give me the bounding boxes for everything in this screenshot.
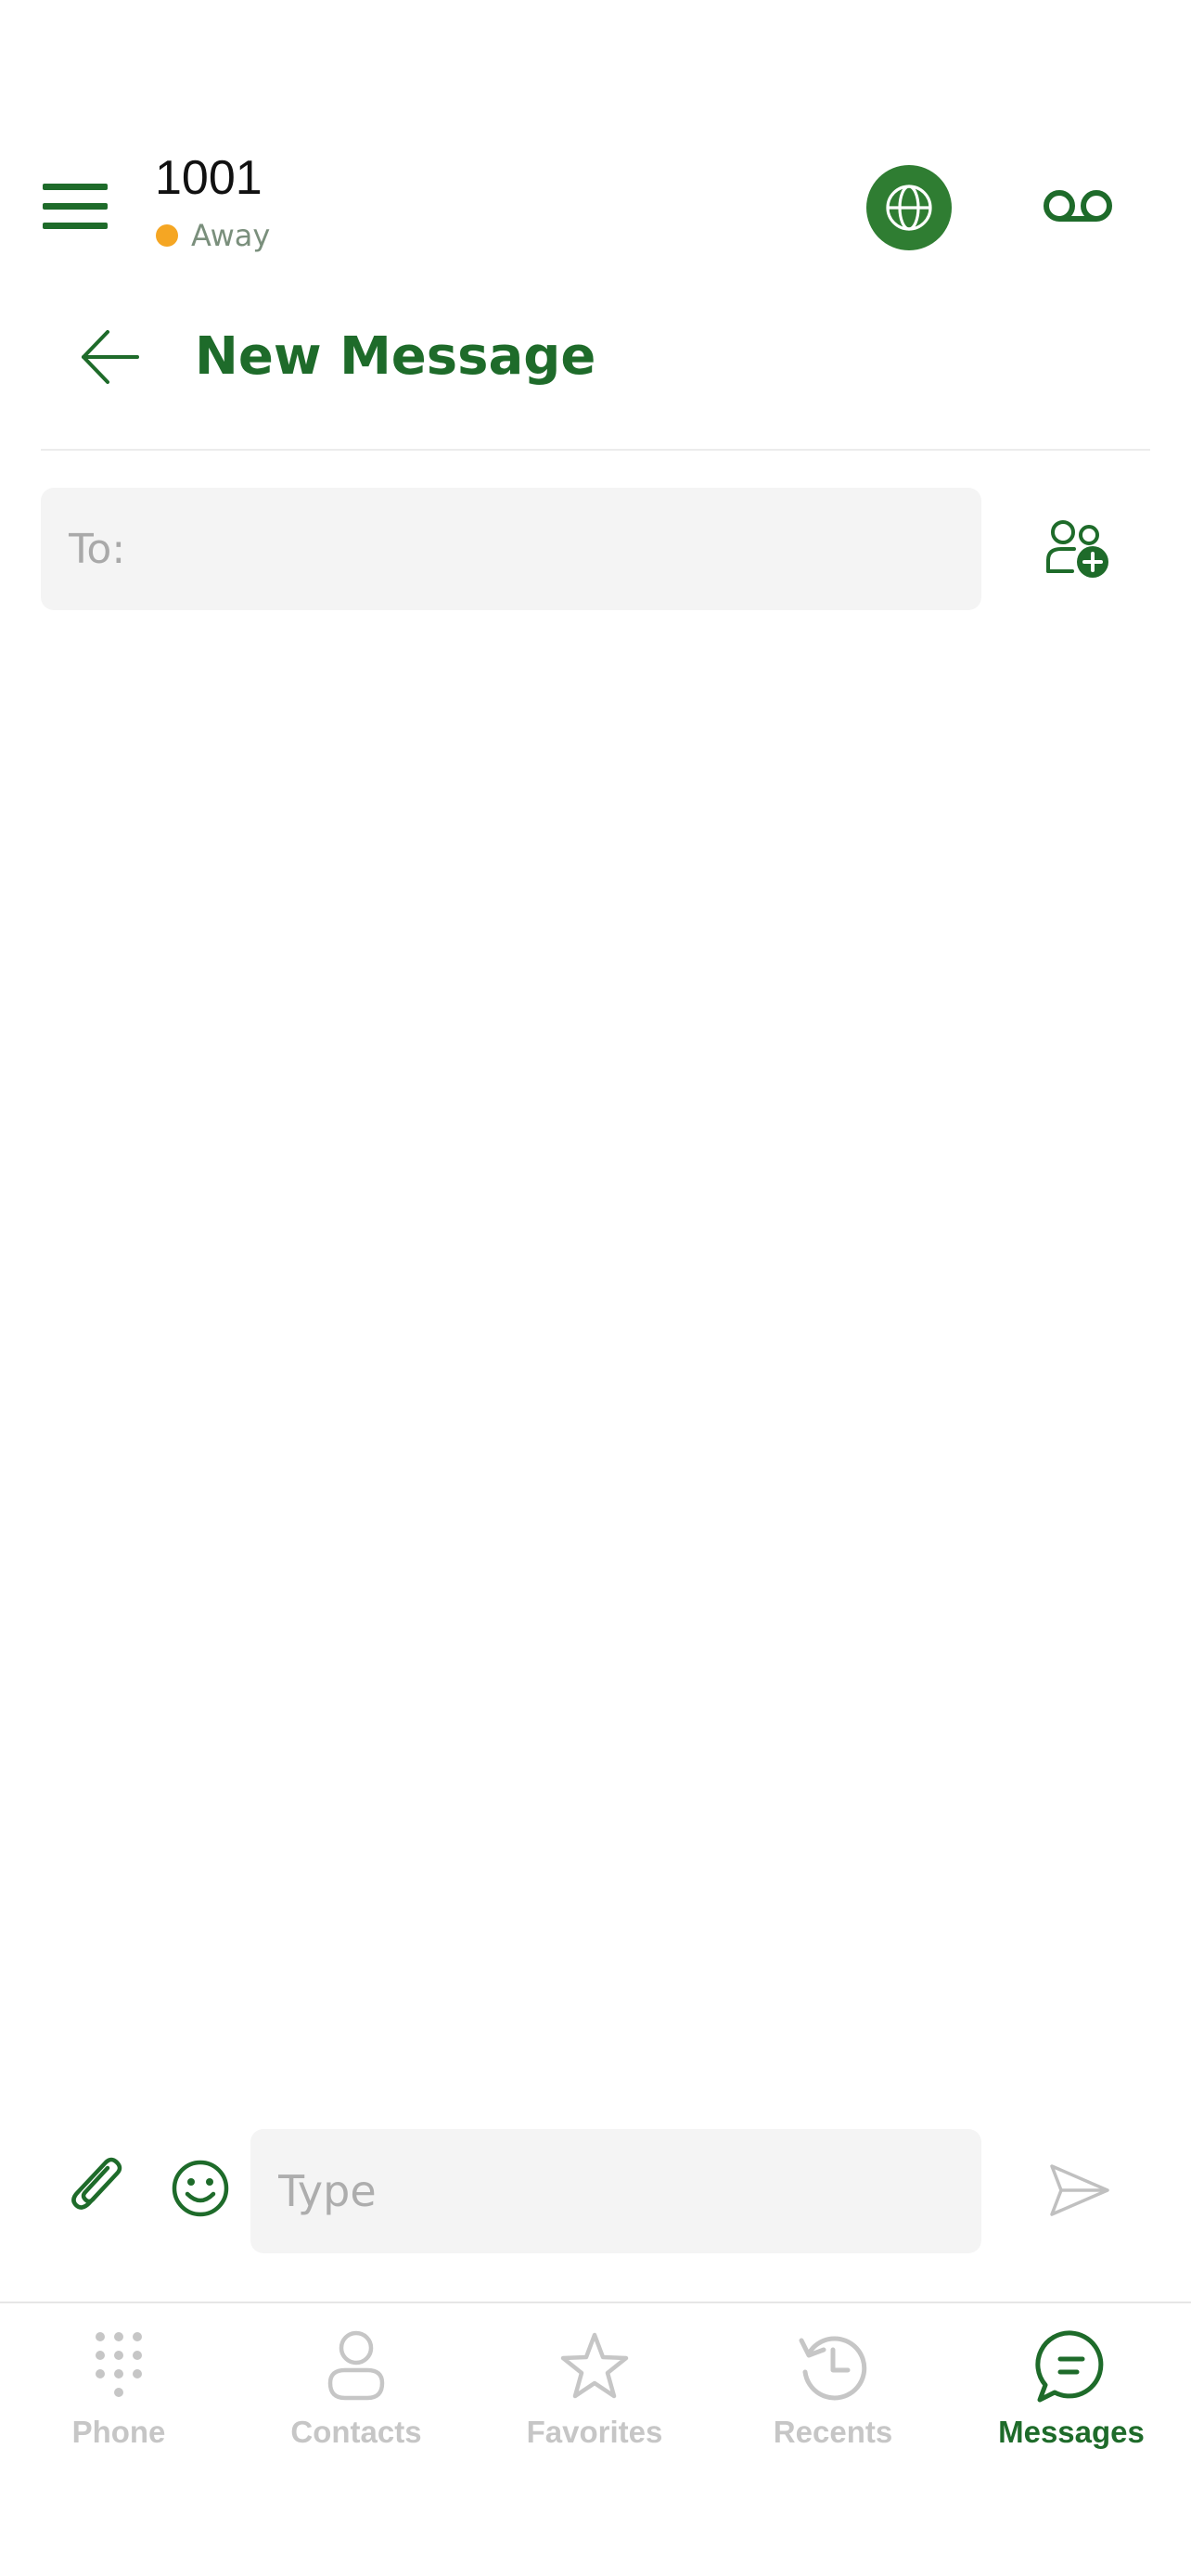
back-button[interactable]	[78, 325, 143, 389]
dialpad-icon	[96, 2332, 142, 2397]
status-dot	[156, 224, 178, 247]
bottom-nav-divider	[0, 2302, 1191, 2303]
to-field[interactable]	[41, 488, 981, 610]
star-icon	[560, 2332, 629, 2399]
nav-messages[interactable]: Messages	[953, 2318, 1190, 2485]
globe-button[interactable]	[866, 165, 952, 250]
send-icon[interactable]	[1048, 2162, 1111, 2218]
nav-label-recents: Recents	[773, 2415, 893, 2449]
add-contact-icon[interactable]	[1046, 519, 1111, 580]
page-title: New Message	[195, 326, 596, 387]
history-icon	[799, 2336, 867, 2401]
message-input[interactable]	[250, 2129, 981, 2253]
paperclip-icon[interactable]	[67, 2155, 132, 2220]
nav-label-messages: Messages	[998, 2415, 1145, 2449]
menu-icon[interactable]	[41, 178, 111, 234]
person-icon	[327, 2330, 385, 2401]
nav-contacts[interactable]: Contacts	[237, 2318, 475, 2485]
status-label[interactable]: Away	[191, 215, 270, 256]
nav-label-phone: Phone	[71, 2415, 166, 2449]
extension-number: 1001	[155, 151, 263, 205]
nav-favorites[interactable]: Favorites	[476, 2318, 713, 2485]
chat-bubble-icon	[1035, 2330, 1104, 2403]
nav-label-favorites: Favorites	[526, 2415, 663, 2449]
voicemail-icon[interactable]	[1043, 185, 1113, 228]
arrow-left-icon	[82, 330, 139, 384]
nav-recents[interactable]: Recents	[714, 2318, 952, 2485]
header-divider	[41, 449, 1150, 451]
nav-label-contacts: Contacts	[290, 2415, 422, 2449]
emoji-icon[interactable]	[171, 2159, 230, 2218]
nav-phone[interactable]: Phone	[0, 2318, 237, 2485]
globe-icon	[886, 185, 932, 231]
